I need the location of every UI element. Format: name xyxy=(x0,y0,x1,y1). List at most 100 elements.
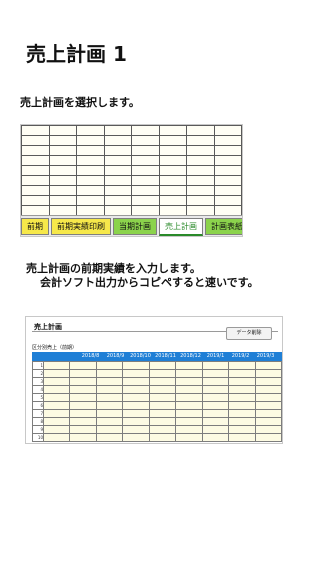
grid-cell[interactable] xyxy=(103,125,132,136)
input-cell[interactable] xyxy=(95,377,124,386)
grid-cell[interactable] xyxy=(213,125,242,136)
grid-cell[interactable] xyxy=(186,145,215,156)
grid-cell[interactable] xyxy=(48,125,77,136)
grid-cell[interactable] xyxy=(186,155,215,166)
input-cell[interactable] xyxy=(254,361,282,370)
grid-cell[interactable] xyxy=(76,195,105,206)
grid-cell[interactable] xyxy=(48,145,77,156)
grid-cell[interactable] xyxy=(21,145,50,156)
grid-cell[interactable] xyxy=(186,195,215,206)
grid-cell[interactable] xyxy=(131,165,160,176)
input-cell[interactable] xyxy=(201,401,230,410)
grid-cell[interactable] xyxy=(48,195,77,206)
input-cell[interactable] xyxy=(175,361,203,370)
grid-cell[interactable] xyxy=(131,195,160,206)
grid-cell[interactable] xyxy=(213,195,242,206)
grid-cell[interactable] xyxy=(76,155,105,166)
input-cell[interactable] xyxy=(228,417,256,426)
input-cell[interactable] xyxy=(201,361,230,370)
input-cell[interactable] xyxy=(254,433,282,442)
input-cell[interactable] xyxy=(175,433,203,442)
input-cell[interactable] xyxy=(42,401,71,410)
input-cell[interactable] xyxy=(42,361,71,370)
grid-cell[interactable] xyxy=(21,185,50,196)
grid-cell[interactable] xyxy=(158,165,187,176)
input-cell[interactable] xyxy=(228,409,256,418)
input-cell[interactable] xyxy=(42,393,71,402)
input-cell[interactable] xyxy=(228,425,256,434)
grid-cell[interactable] xyxy=(131,145,160,156)
input-cell[interactable] xyxy=(201,377,230,386)
input-cell[interactable] xyxy=(69,369,97,378)
grid-cell[interactable] xyxy=(21,175,50,186)
input-cell[interactable] xyxy=(69,361,97,370)
grid-cell[interactable] xyxy=(103,205,132,216)
input-cell[interactable] xyxy=(69,377,97,386)
input-cell[interactable] xyxy=(175,393,203,402)
input-cell[interactable] xyxy=(95,425,124,434)
input-cell[interactable] xyxy=(95,401,124,410)
input-cell[interactable] xyxy=(69,409,97,418)
input-cell[interactable] xyxy=(42,377,71,386)
grid-cell[interactable] xyxy=(131,135,160,146)
input-cell[interactable] xyxy=(69,425,97,434)
input-cell[interactable] xyxy=(201,417,230,426)
input-cell[interactable] xyxy=(122,377,150,386)
grid-cell[interactable] xyxy=(186,125,215,136)
grid-cell[interactable] xyxy=(103,185,132,196)
input-cell[interactable] xyxy=(175,377,203,386)
grid-cell[interactable] xyxy=(76,125,105,136)
input-cell[interactable] xyxy=(148,401,177,410)
input-cell[interactable] xyxy=(228,361,256,370)
grid-cell[interactable] xyxy=(186,185,215,196)
input-cell[interactable] xyxy=(201,369,230,378)
input-cell[interactable] xyxy=(228,401,256,410)
grid-cell[interactable] xyxy=(213,165,242,176)
grid-cell[interactable] xyxy=(213,205,242,216)
input-cell[interactable] xyxy=(148,385,177,394)
input-cell[interactable] xyxy=(42,409,71,418)
grid-cell[interactable] xyxy=(213,185,242,196)
grid-cell[interactable] xyxy=(48,155,77,166)
grid-cell[interactable] xyxy=(21,125,50,136)
grid-cell[interactable] xyxy=(76,165,105,176)
grid-cell[interactable] xyxy=(131,155,160,166)
grid-cell[interactable] xyxy=(48,135,77,146)
grid-cell[interactable] xyxy=(103,195,132,206)
input-cell[interactable] xyxy=(69,393,97,402)
input-cell[interactable] xyxy=(148,369,177,378)
input-cell[interactable] xyxy=(122,393,150,402)
input-cell[interactable] xyxy=(254,409,282,418)
input-cell[interactable] xyxy=(148,361,177,370)
input-cell[interactable] xyxy=(42,417,71,426)
input-cell[interactable] xyxy=(228,433,256,442)
input-cell[interactable] xyxy=(254,369,282,378)
grid-cell[interactable] xyxy=(158,195,187,206)
input-cell[interactable] xyxy=(95,417,124,426)
input-cell[interactable] xyxy=(228,377,256,386)
grid-cell[interactable] xyxy=(131,185,160,196)
input-cell[interactable] xyxy=(42,425,71,434)
sheet-tab[interactable]: 前期実績印刷 xyxy=(51,218,111,235)
input-cell[interactable] xyxy=(122,361,150,370)
input-cell[interactable] xyxy=(69,385,97,394)
input-cell[interactable] xyxy=(201,409,230,418)
input-cell[interactable] xyxy=(69,401,97,410)
input-cell[interactable] xyxy=(254,393,282,402)
input-cell[interactable] xyxy=(175,385,203,394)
grid-cell[interactable] xyxy=(48,205,77,216)
input-cell[interactable] xyxy=(201,393,230,402)
grid-cell[interactable] xyxy=(158,145,187,156)
grid-cell[interactable] xyxy=(103,175,132,186)
input-cell[interactable] xyxy=(69,417,97,426)
grid-cell[interactable] xyxy=(213,135,242,146)
input-cell[interactable] xyxy=(95,361,124,370)
sheet-tab-active[interactable]: 売上計画 xyxy=(159,218,203,236)
input-cell[interactable] xyxy=(95,369,124,378)
input-cell[interactable] xyxy=(148,425,177,434)
grid-cell[interactable] xyxy=(158,135,187,146)
input-cell[interactable] xyxy=(122,425,150,434)
grid-cell[interactable] xyxy=(158,175,187,186)
input-cell[interactable] xyxy=(69,433,97,442)
delete-data-button[interactable]: データ削除 xyxy=(226,327,272,340)
